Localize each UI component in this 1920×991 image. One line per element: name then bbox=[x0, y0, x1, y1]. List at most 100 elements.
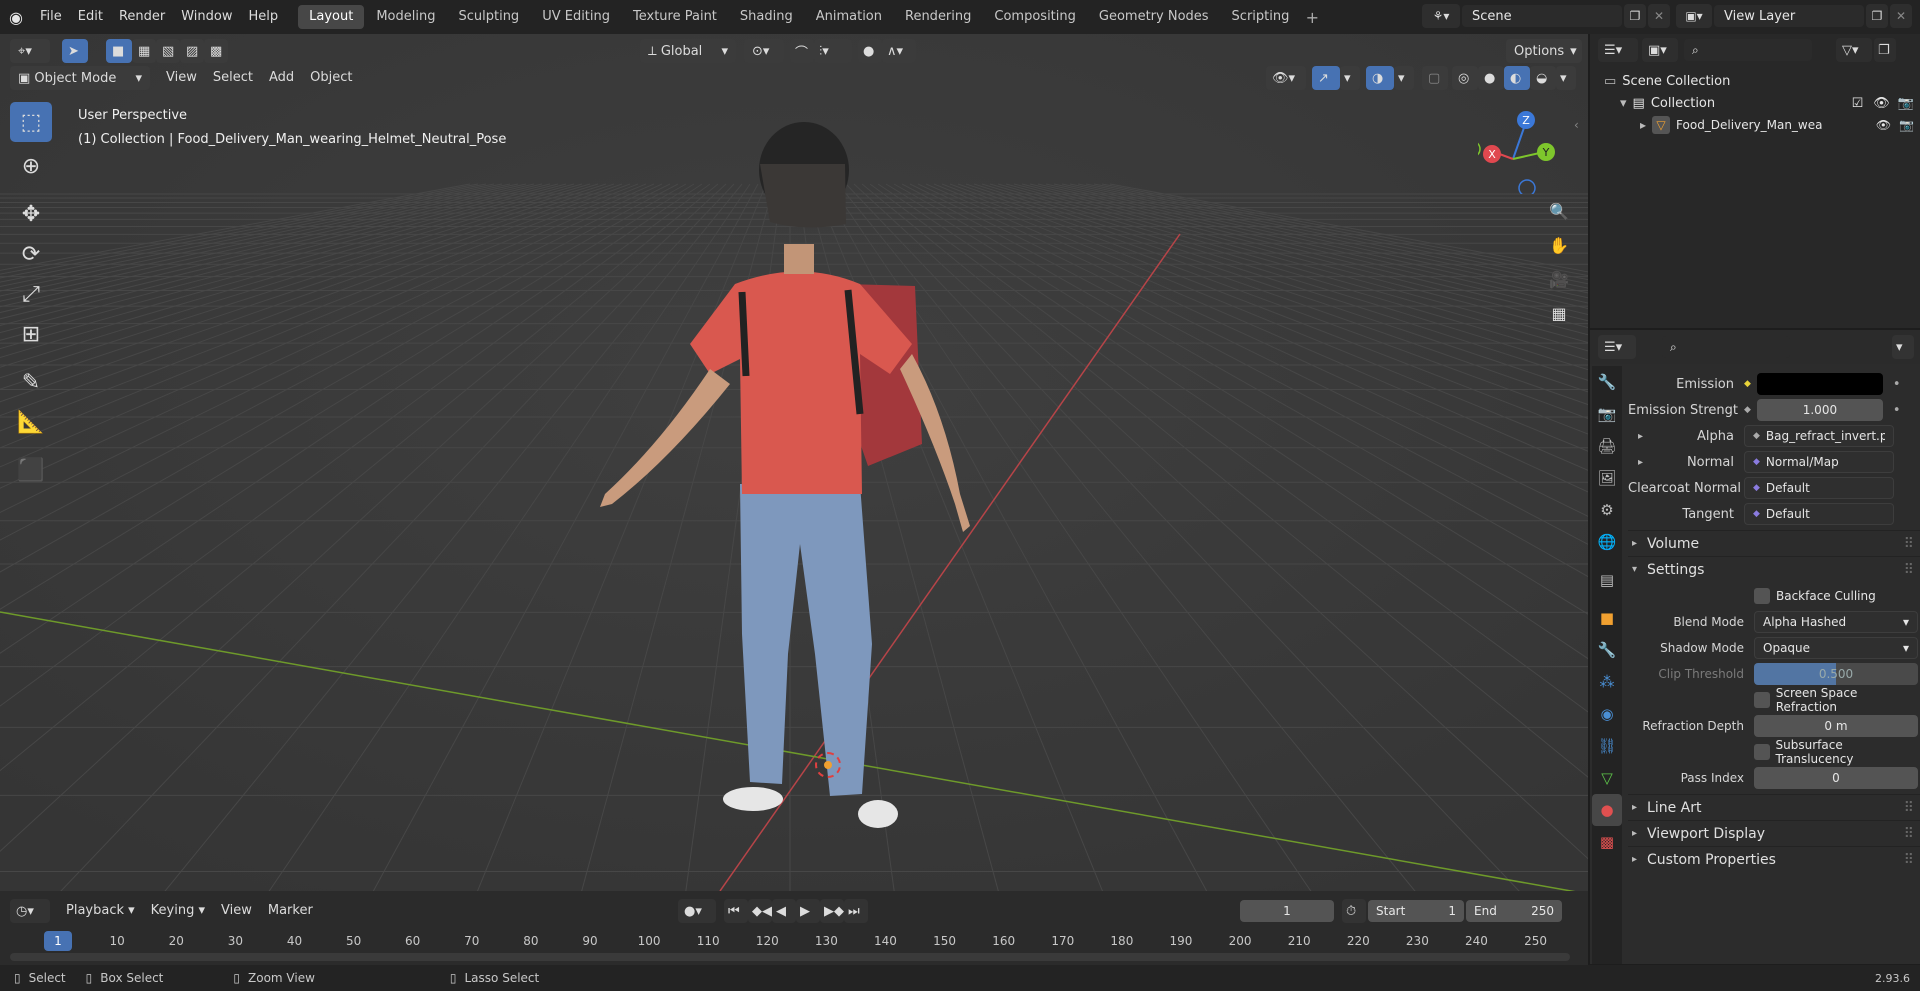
eye-icon[interactable]: 👁 bbox=[1876, 118, 1891, 132]
emission-color-swatch[interactable] bbox=[1756, 373, 1883, 395]
scene-browse-icon[interactable]: ⚘▾ bbox=[1422, 4, 1460, 28]
outliner-row-object[interactable]: ▸ ▽ Food_Delivery_Man_wea 👁 📷 bbox=[1640, 114, 1914, 136]
outliner-search-input[interactable]: ⌕ bbox=[1684, 39, 1812, 61]
add-cube-tool-icon[interactable]: ⬛ bbox=[10, 450, 52, 490]
stopwatch-icon[interactable]: ⏱ bbox=[1342, 899, 1366, 923]
screen-space-refraction-checkbox[interactable] bbox=[1754, 692, 1770, 708]
drag-handle-icon[interactable]: ⠿ bbox=[1904, 536, 1914, 552]
viewport-menu-select[interactable]: Select bbox=[205, 66, 261, 90]
scene-tab-icon[interactable]: ⚙ bbox=[1592, 494, 1622, 526]
output-tab-icon[interactable]: 🖨 bbox=[1592, 430, 1622, 462]
timeline-menu-playback[interactable]: Playback ▾ bbox=[58, 899, 143, 923]
delete-view-layer-icon[interactable]: ✕ bbox=[1890, 4, 1912, 28]
clip-threshold-slider[interactable]: 0.500 bbox=[1754, 663, 1918, 685]
render-tab-icon[interactable]: 📷 bbox=[1592, 398, 1622, 430]
particles-tab-icon[interactable]: ⁂ bbox=[1592, 666, 1622, 698]
material-preview-icon[interactable]: ◐ bbox=[1504, 66, 1530, 90]
xray-toggle-icon[interactable]: ▢ bbox=[1422, 66, 1448, 90]
screen-space-refraction-row[interactable]: Screen Space Refraction bbox=[1628, 686, 1920, 714]
drag-handle-icon[interactable]: ⠿ bbox=[1904, 562, 1914, 578]
wireframe-shading-icon[interactable]: ◎ bbox=[1452, 66, 1478, 90]
overlays-dropdown-icon[interactable]: ▾ bbox=[1394, 66, 1414, 90]
viewport-display-section-header[interactable]: ▸ Viewport Display ⠿ bbox=[1628, 820, 1920, 846]
normal-link-field[interactable]: ◆ Normal/Map bbox=[1744, 451, 1894, 473]
end-frame-field[interactable]: End 250 bbox=[1466, 900, 1562, 922]
data-tab-icon[interactable]: ▽ bbox=[1592, 762, 1622, 794]
drag-handle-icon[interactable]: ⠿ bbox=[1904, 852, 1914, 868]
rendered-shading-icon[interactable]: ◒ bbox=[1530, 66, 1556, 90]
menu-file[interactable]: File bbox=[32, 0, 70, 34]
tab-compositing[interactable]: Compositing bbox=[983, 5, 1087, 29]
pass-index-field[interactable]: 0 bbox=[1754, 767, 1918, 789]
clearcoat-normal-field[interactable]: ◆ Default bbox=[1744, 477, 1894, 499]
modifier-tab-icon[interactable]: 🔧 bbox=[1592, 634, 1622, 666]
alpha-link-field[interactable]: ◆ Bag_refract_invert.p... bbox=[1744, 425, 1894, 447]
select-box-tool-icon[interactable]: ⬚ bbox=[10, 102, 52, 142]
shading-dropdown-icon[interactable]: ▾ bbox=[1556, 66, 1576, 90]
new-scene-icon[interactable]: ❐ bbox=[1624, 4, 1646, 28]
physics-tab-icon[interactable]: ◉ bbox=[1592, 698, 1622, 730]
transform-orientation-dropdown[interactable]: ⟂ Global ▾ bbox=[640, 39, 736, 63]
filter-icon[interactable]: ▽▾ bbox=[1836, 38, 1872, 62]
properties-search-input[interactable]: ⌕ bbox=[1662, 336, 1790, 358]
editor-type-icon[interactable]: ⌖▾ bbox=[10, 39, 50, 63]
volume-section-header[interactable]: ▸ Volume ⠿ bbox=[1628, 530, 1920, 556]
object-tab-icon[interactable]: ■ bbox=[1592, 602, 1622, 634]
new-view-layer-icon[interactable]: ❐ bbox=[1866, 4, 1888, 28]
outliner-row-collection[interactable]: ▾ ▤ Collection ☑ 👁 📷 bbox=[1620, 92, 1914, 114]
perspective-grid-icon[interactable]: ▦ bbox=[1538, 296, 1580, 330]
expand-arrow-icon[interactable]: ▸ bbox=[1640, 118, 1646, 132]
tab-rendering[interactable]: Rendering bbox=[894, 5, 982, 29]
backface-culling-checkbox[interactable] bbox=[1754, 588, 1770, 604]
navigation-gizmo[interactable]: Z X Y bbox=[1478, 104, 1568, 194]
drag-handle-icon[interactable]: ⠿ bbox=[1904, 826, 1914, 842]
refraction-depth-field[interactable]: 0 m bbox=[1754, 715, 1918, 737]
expand-arrow-icon[interactable]: ▾ bbox=[1620, 96, 1627, 111]
menu-render[interactable]: Render bbox=[111, 0, 173, 34]
timeline-menu-view[interactable]: View bbox=[213, 899, 260, 923]
camera-view-icon[interactable]: 🎥 bbox=[1538, 262, 1580, 296]
tab-modeling[interactable]: Modeling bbox=[365, 5, 446, 29]
world-tab-icon[interactable]: 🌐 bbox=[1592, 526, 1622, 558]
jump-end-icon[interactable]: ⏭ bbox=[844, 899, 868, 923]
falloff-icon[interactable]: ∧▾ bbox=[882, 39, 916, 63]
expand-arrow-icon[interactable]: ▸ bbox=[1638, 457, 1643, 468]
start-frame-field[interactable]: Start 1 bbox=[1368, 900, 1464, 922]
character-model[interactable] bbox=[560, 114, 1060, 874]
collection-tab-icon[interactable]: ▤ bbox=[1592, 564, 1622, 596]
tab-shading[interactable]: Shading bbox=[729, 5, 804, 29]
gizmo-toggle-icon[interactable]: ↗ bbox=[1312, 66, 1340, 90]
subsurface-translucency-row[interactable]: Subsurface Translucency bbox=[1628, 738, 1920, 766]
current-frame-marker[interactable]: 1 bbox=[44, 931, 72, 951]
timeline-menu-marker[interactable]: Marker bbox=[260, 899, 321, 923]
snap-target-icon[interactable]: ⫶▾ bbox=[814, 39, 852, 63]
display-mode-icon[interactable]: ▣▾ bbox=[1642, 38, 1678, 62]
view-layer-tab-icon[interactable]: 🖼 bbox=[1592, 462, 1622, 494]
current-frame-field[interactable]: 1 bbox=[1240, 900, 1334, 922]
solid-shading-icon[interactable]: ● bbox=[1478, 66, 1504, 90]
visibility-icon[interactable]: 👁▾ bbox=[1266, 66, 1306, 90]
timeline-scrollbar[interactable] bbox=[10, 953, 1570, 961]
select-mode-extend-icon[interactable]: ▦ bbox=[132, 39, 156, 63]
material-tab-icon[interactable]: ● bbox=[1592, 794, 1622, 826]
keyframe-dot-icon[interactable]: • bbox=[1893, 403, 1901, 418]
properties-options-icon[interactable]: ▾ bbox=[1892, 335, 1914, 359]
settings-section-header[interactable]: ▾ Settings ⠿ bbox=[1628, 556, 1920, 582]
expand-arrow-icon[interactable]: ▸ bbox=[1638, 431, 1643, 442]
jump-next-keyframe-icon[interactable]: ▶◆ bbox=[820, 899, 844, 923]
transform-tool-icon[interactable]: ⊞ bbox=[10, 314, 52, 354]
select-mode-intersect-icon[interactable]: ▩ bbox=[204, 39, 228, 63]
view-layer-field[interactable]: View Layer bbox=[1714, 5, 1864, 27]
blend-mode-dropdown[interactable]: Alpha Hashed ▾ bbox=[1754, 611, 1918, 633]
frame-ruler[interactable]: 1 10 20 30 40 50 60 70 80 90 100 110 120 130 140 150 160… bbox=[0, 931, 1588, 951]
menu-window[interactable]: Window bbox=[173, 0, 240, 34]
tab-animation[interactable]: Animation bbox=[805, 5, 893, 29]
checkbox-icon[interactable]: ☑ bbox=[1852, 96, 1864, 111]
delete-scene-icon[interactable]: ✕ bbox=[1648, 4, 1670, 28]
texture-tab-icon[interactable]: ▩ bbox=[1592, 826, 1622, 858]
constraints-tab-icon[interactable]: ⛓ bbox=[1592, 730, 1622, 762]
snap-toggle-icon[interactable]: ⌒ bbox=[790, 39, 814, 63]
tab-sculpting[interactable]: Sculpting bbox=[447, 5, 530, 29]
timeline-menu-keying[interactable]: Keying ▾ bbox=[143, 899, 213, 923]
tangent-field[interactable]: ◆ Default bbox=[1744, 503, 1894, 525]
